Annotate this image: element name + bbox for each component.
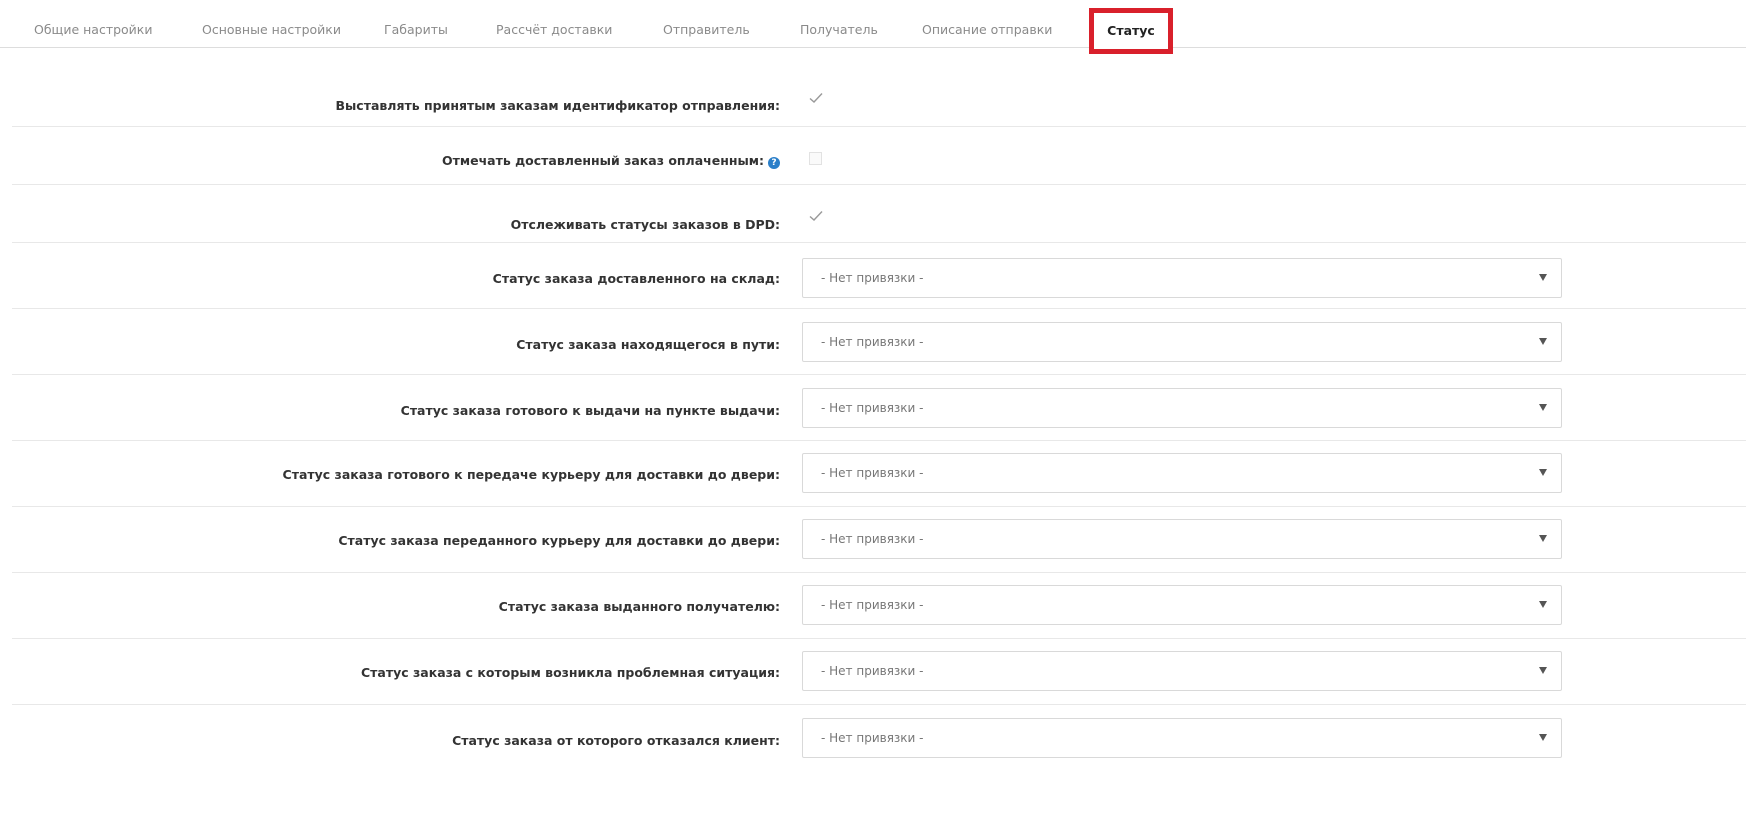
status-row: Статус заказа с которым возникла проблем… bbox=[12, 639, 1746, 705]
status-select-warehouse[interactable]: - Нет привязки - bbox=[802, 258, 1562, 298]
select-value: - Нет привязки - bbox=[821, 664, 924, 678]
status-row: Статус заказа готового к выдачи на пункт… bbox=[12, 375, 1746, 441]
setting-row-set-id: Выставлять принятым заказам идентификато… bbox=[12, 48, 1746, 127]
caret-down-icon bbox=[1539, 469, 1547, 476]
tab-general-settings[interactable]: Общие настройки bbox=[34, 0, 152, 47]
select-value: - Нет привязки - bbox=[821, 731, 924, 745]
settings-tabs: Общие настройки Основные настройки Габар… bbox=[0, 0, 1746, 54]
status-label: Статус заказа с которым возникла проблем… bbox=[361, 665, 780, 680]
tab-sender[interactable]: Отправитель bbox=[663, 0, 750, 47]
setting-label-track-dpd: Отслеживать статусы заказов в DPD: bbox=[510, 217, 780, 232]
status-select-in-transit[interactable]: - Нет привязки - bbox=[802, 322, 1562, 362]
setting-row-mark-paid: Отмечать доставленный заказ оплаченным:? bbox=[12, 127, 1746, 185]
track-dpd-checkbox[interactable] bbox=[809, 210, 823, 223]
select-value: - Нет привязки - bbox=[821, 598, 924, 612]
status-label: Статус заказа готового к передаче курьер… bbox=[282, 467, 780, 482]
status-label: Статус заказа доставленного на склад: bbox=[492, 271, 780, 286]
status-select-problem[interactable]: - Нет привязки - bbox=[802, 651, 1562, 691]
caret-down-icon bbox=[1539, 734, 1547, 741]
status-label: Статус заказа готового к выдачи на пункт… bbox=[400, 403, 780, 418]
select-value: - Нет привязки - bbox=[821, 271, 924, 285]
tab-shipment-description[interactable]: Описание отправки bbox=[922, 0, 1052, 47]
setting-row-track-dpd: Отслеживать статусы заказов в DPD: bbox=[12, 185, 1746, 243]
status-row: Статус заказа находящегося в пути: - Нет… bbox=[12, 309, 1746, 375]
tab-delivery-calculation[interactable]: Рассчёт доставки bbox=[496, 0, 612, 47]
status-row: Статус заказа от которого отказался клие… bbox=[12, 705, 1746, 832]
caret-down-icon bbox=[1539, 535, 1547, 542]
set-id-checkbox[interactable] bbox=[809, 92, 823, 105]
status-row: Статус заказа доставленного на склад: - … bbox=[12, 243, 1746, 309]
select-value: - Нет привязки - bbox=[821, 466, 924, 480]
checkmark-icon bbox=[809, 93, 823, 103]
select-value: - Нет привязки - bbox=[821, 335, 924, 349]
status-select-refused[interactable]: - Нет привязки - bbox=[802, 718, 1562, 758]
status-row: Статус заказа переданного курьеру для до… bbox=[12, 507, 1746, 573]
status-select-ready-pickup[interactable]: - Нет привязки - bbox=[802, 388, 1562, 428]
status-row: Статус заказа готового к передаче курьер… bbox=[12, 441, 1746, 507]
status-label: Статус заказа выданного получателю: bbox=[498, 599, 780, 614]
setting-label-set-id: Выставлять принятым заказам идентификато… bbox=[335, 98, 780, 113]
select-value: - Нет привязки - bbox=[821, 532, 924, 546]
tab-recipient[interactable]: Получатель bbox=[800, 0, 878, 47]
question-circle-icon[interactable]: ? bbox=[768, 157, 780, 169]
tab-basic-settings[interactable]: Основные настройки bbox=[202, 0, 341, 47]
status-select-with-courier[interactable]: - Нет привязки - bbox=[802, 519, 1562, 559]
caret-down-icon bbox=[1539, 338, 1547, 345]
mark-paid-checkbox[interactable] bbox=[809, 152, 822, 165]
tab-dimensions[interactable]: Габариты bbox=[384, 0, 448, 47]
status-select-ready-courier[interactable]: - Нет привязки - bbox=[802, 453, 1562, 493]
caret-down-icon bbox=[1539, 601, 1547, 608]
select-value: - Нет привязки - bbox=[821, 401, 924, 415]
caret-down-icon bbox=[1539, 274, 1547, 281]
status-label: Статус заказа находящегося в пути: bbox=[516, 337, 780, 352]
setting-label-mark-paid: Отмечать доставленный заказ оплаченным:? bbox=[442, 153, 780, 169]
status-label: Статус заказа от которого отказался клие… bbox=[452, 733, 780, 748]
caret-down-icon bbox=[1539, 667, 1547, 674]
checkmark-icon bbox=[809, 211, 823, 221]
mark-paid-label-text: Отмечать доставленный заказ оплаченным: bbox=[442, 153, 764, 168]
status-label: Статус заказа переданного курьеру для до… bbox=[338, 533, 780, 548]
caret-down-icon bbox=[1539, 404, 1547, 411]
status-select-delivered[interactable]: - Нет привязки - bbox=[802, 585, 1562, 625]
status-row: Статус заказа выданного получателю: - Не… bbox=[12, 573, 1746, 639]
